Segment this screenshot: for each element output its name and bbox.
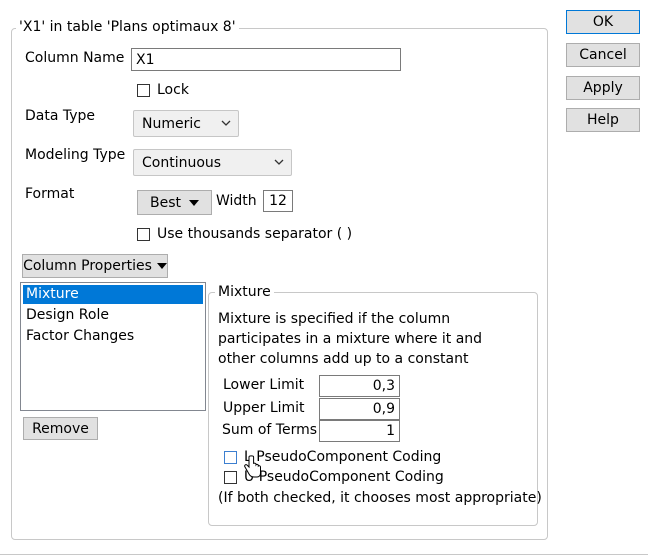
sum-of-terms-label: Sum of Terms <box>222 422 318 438</box>
column-name-input[interactable]: X1 <box>131 48 401 71</box>
l-pseudocomponent-label: L PseudoComponent Coding <box>244 449 442 465</box>
column-name-label: Column Name <box>25 50 125 66</box>
format-dropdown-button[interactable]: Best <box>137 190 212 215</box>
remove-button[interactable]: Remove <box>23 417 98 440</box>
list-item-factor-changes[interactable]: Factor Changes <box>23 327 203 346</box>
cancel-button[interactable]: Cancel <box>566 43 640 67</box>
list-item-mixture[interactable]: Mixture <box>23 285 203 304</box>
dropdown-triangle-icon <box>156 263 167 269</box>
lower-limit-label: Lower Limit <box>223 377 305 393</box>
properties-list[interactable]: Mixture Design Role Factor Changes <box>20 282 206 411</box>
hand-cursor-icon <box>244 455 261 478</box>
data-type-label: Data Type <box>25 108 96 124</box>
mixture-description-line-1: Mixture is specified if the column <box>218 311 451 327</box>
mixture-description-line-3: other columns add up to a constant <box>218 351 469 367</box>
list-item-design-role[interactable]: Design Role <box>23 306 203 325</box>
upper-limit-input[interactable]: 0,9 <box>319 398 400 420</box>
lock-checkbox[interactable] <box>137 84 150 97</box>
dropdown-triangle-icon <box>189 199 199 206</box>
mixture-group-title: Mixture <box>215 284 274 300</box>
modeling-type-label: Modeling Type <box>25 147 126 163</box>
lock-label: Lock <box>157 82 189 98</box>
chevron-down-icon <box>221 120 231 126</box>
help-button[interactable]: Help <box>566 108 640 132</box>
data-type-value: Numeric <box>142 115 201 132</box>
chevron-down-icon <box>274 159 284 165</box>
pseudocomponent-note: (If both checked, it chooses most approp… <box>218 490 542 506</box>
l-pseudocomponent-checkbox[interactable] <box>224 451 237 464</box>
mixture-description-line-2: participates in a mixture where it and <box>218 331 483 347</box>
thousands-separator-label: Use thousands separator ( ) <box>157 226 353 242</box>
ok-button[interactable]: OK <box>566 10 640 34</box>
width-label: Width <box>216 193 257 209</box>
column-properties-button[interactable]: Column Properties <box>22 254 168 278</box>
column-group-title: 'X1' in table 'Plans optimaux 8' <box>16 19 239 35</box>
sum-of-terms-input[interactable]: 1 <box>319 420 400 442</box>
u-pseudocomponent-checkbox[interactable] <box>224 471 237 484</box>
format-value: Best <box>149 194 181 211</box>
modeling-type-dropdown[interactable]: Continuous <box>133 149 292 176</box>
thousands-separator-checkbox[interactable] <box>137 228 150 241</box>
modeling-type-value: Continuous <box>142 154 222 171</box>
upper-limit-label: Upper Limit <box>223 400 305 416</box>
apply-button[interactable]: Apply <box>566 76 640 100</box>
width-input[interactable]: 12 <box>263 190 293 212</box>
column-properties-label: Column Properties <box>23 258 152 274</box>
bottom-divider <box>0 554 648 555</box>
data-type-dropdown[interactable]: Numeric <box>133 110 239 137</box>
format-label: Format <box>25 186 75 202</box>
lower-limit-input[interactable]: 0,3 <box>319 375 400 397</box>
u-pseudocomponent-label: U PseudoComponent Coding <box>244 469 444 485</box>
